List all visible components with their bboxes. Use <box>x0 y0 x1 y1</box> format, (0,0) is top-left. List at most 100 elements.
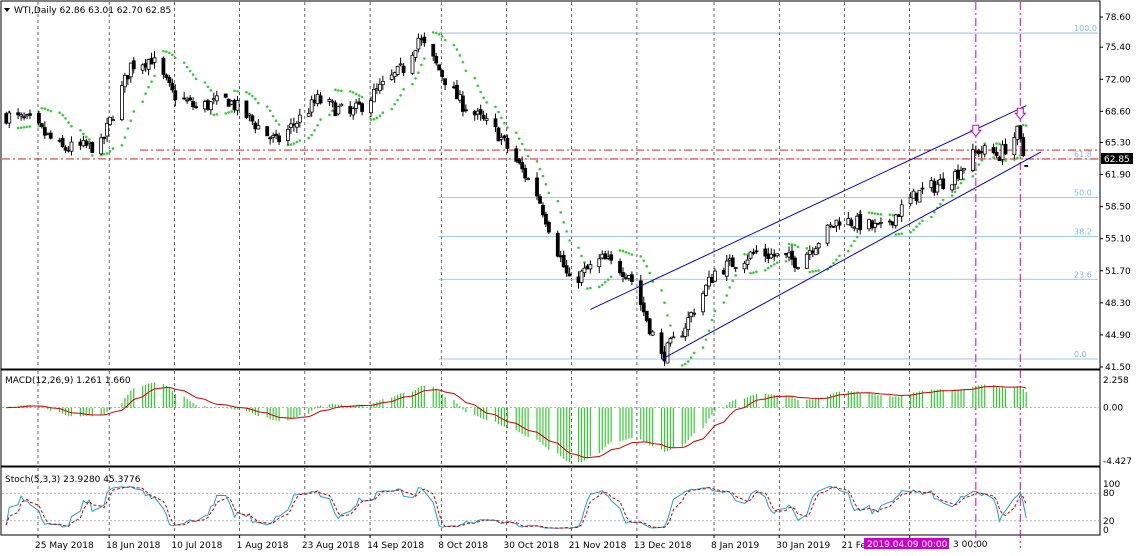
candle-body <box>375 88 379 91</box>
candle-body <box>544 213 548 225</box>
sar-dot <box>452 43 456 47</box>
sar-dot <box>277 123 281 126</box>
candle-body <box>526 178 531 181</box>
candle-body <box>48 132 53 139</box>
sar-dot <box>203 81 207 84</box>
candlesticks <box>4 32 1029 367</box>
candle-body <box>102 136 107 139</box>
candle-body <box>629 274 634 282</box>
down-arrow-icon <box>969 124 982 137</box>
sar-dot <box>749 271 752 275</box>
sar-dot <box>334 88 337 92</box>
candle-body <box>108 116 112 125</box>
candle-body <box>419 38 424 41</box>
sar-dot <box>817 269 820 272</box>
sar-dot <box>891 213 895 217</box>
candle-body <box>662 351 667 362</box>
sar-dot <box>295 140 299 144</box>
sar-dot <box>402 87 405 91</box>
sar-dot <box>728 286 732 289</box>
candle-body <box>208 101 213 111</box>
candle-body <box>917 189 922 203</box>
sar-dot <box>950 194 954 197</box>
candle-body <box>330 100 335 103</box>
sar-dot <box>796 245 800 249</box>
triangle-down-icon[interactable] <box>4 8 10 12</box>
candle-body <box>742 262 747 270</box>
sar-dot <box>523 148 527 151</box>
sar-dot <box>375 116 379 120</box>
sar-dot <box>713 309 717 313</box>
sar-dot <box>274 119 278 122</box>
sar-dot <box>811 270 815 273</box>
macd-panel[interactable] <box>0 369 1101 467</box>
sar-dot <box>476 84 480 88</box>
sar-dot <box>627 252 631 255</box>
sar-dot <box>70 124 73 128</box>
stoch-tick-label: 80 <box>1103 489 1115 499</box>
candle-body <box>941 178 946 189</box>
sar-dot <box>292 142 296 145</box>
price-tick-label: 75.40 <box>1105 43 1131 53</box>
sar-dot <box>565 230 568 233</box>
candle-body <box>701 293 705 313</box>
candle-body <box>499 136 504 140</box>
candle-body <box>935 183 940 193</box>
sar-dot <box>79 128 82 132</box>
sar-dot <box>912 228 915 232</box>
candle-body <box>896 214 901 217</box>
macd-indicator <box>2 382 1099 462</box>
sar-dot <box>351 91 355 94</box>
candle-body <box>908 197 913 205</box>
sar-dot <box>503 121 506 125</box>
candle-body <box>627 275 631 279</box>
candle-body <box>481 114 486 120</box>
date-tick-label: 14 Sep 2018 <box>367 541 424 551</box>
candle-body <box>807 250 812 256</box>
horizontal-levels <box>2 149 1099 160</box>
candle-body <box>484 118 489 121</box>
candle-body <box>413 50 418 58</box>
candle-body <box>683 327 688 337</box>
candle-body <box>452 86 456 89</box>
candle-body <box>333 102 338 117</box>
candle-body <box>668 338 673 344</box>
sar-dot <box>669 324 672 327</box>
stoch-panel[interactable] <box>0 466 1101 536</box>
candle-body <box>754 250 759 253</box>
parabolic-sar <box>7 31 1028 367</box>
ascending-channel <box>590 105 1042 360</box>
sar-dot <box>517 137 521 141</box>
sar-dot <box>838 254 841 258</box>
sar-dot <box>22 125 26 129</box>
sar-dot <box>586 287 589 290</box>
candle-body <box>970 149 975 172</box>
candle-body <box>410 54 415 74</box>
candle-body <box>890 221 895 226</box>
candle-body <box>790 250 794 260</box>
wti-daily-chart[interactable]: 100.0 61.8 50.0 38.2 23.6 0.0 78.60 75.40 72.00… <box>0 0 1140 556</box>
sar-dot <box>40 106 44 110</box>
sar-dot <box>787 242 791 246</box>
candle-body <box>455 84 459 100</box>
candle-body <box>460 95 465 112</box>
candle-body <box>618 260 622 274</box>
candle-body <box>253 122 258 130</box>
sar-dot <box>603 280 607 284</box>
candle-body <box>1000 144 1005 160</box>
candle-body <box>692 312 697 315</box>
cursor-date-label: 2019.04.09 00:00 <box>867 540 948 550</box>
candle-body <box>167 76 172 83</box>
candle-body <box>90 142 95 153</box>
candle-body <box>372 89 376 103</box>
fib-label: 38.2 <box>1074 227 1092 236</box>
candle-body <box>997 156 1002 161</box>
candle-body <box>772 254 777 257</box>
sar-dot <box>233 89 236 93</box>
candle-body <box>232 99 237 111</box>
candle-body <box>849 219 854 227</box>
sar-dot <box>28 125 32 128</box>
sar-dot <box>381 111 385 115</box>
sar-dot <box>298 139 302 142</box>
sar-dot <box>248 92 251 96</box>
